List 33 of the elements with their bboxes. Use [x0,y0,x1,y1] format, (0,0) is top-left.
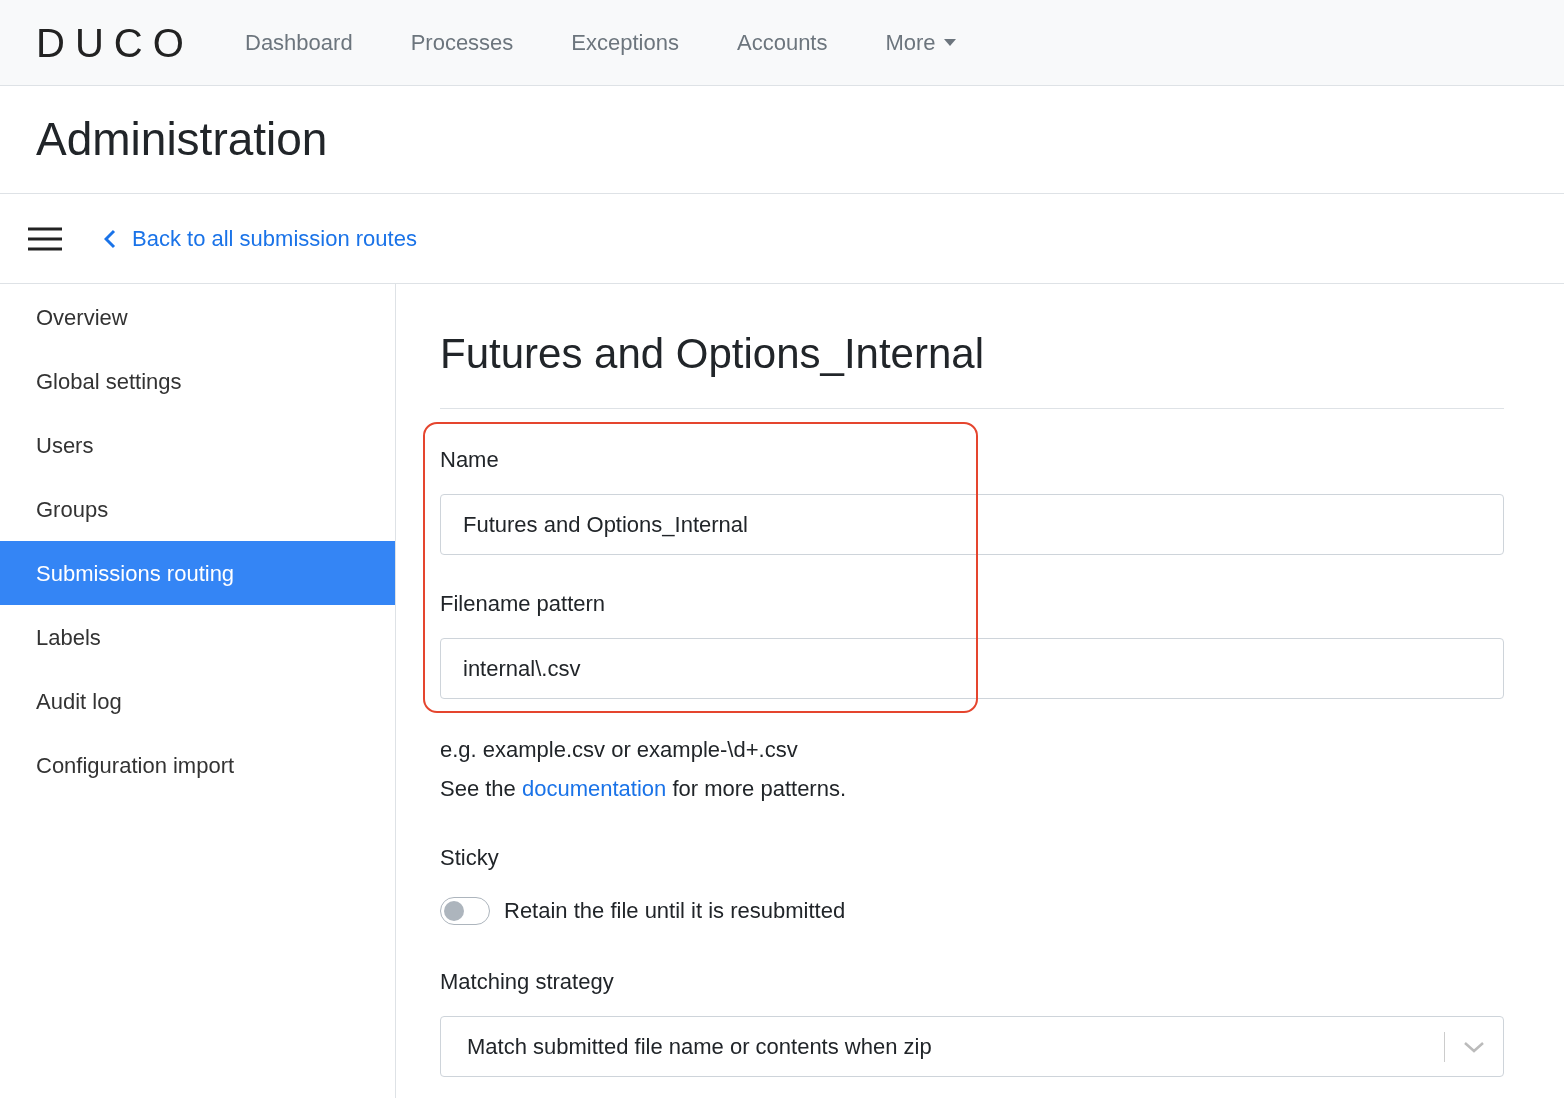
toggle-label: Retain the file until it is resubmitted [504,897,846,925]
nav-link[interactable]: Dashboard [245,26,353,59]
field-label: Name [440,446,500,474]
field-label: Matching strategy [440,968,615,996]
route-title: Futures and Options_Internal [440,329,985,379]
sidebar-item[interactable]: Users [0,413,395,477]
nav-link[interactable]: Accounts [737,26,828,59]
sidebar-item[interactable]: Audit log [0,669,395,733]
nav-link[interactable]: More [885,26,956,59]
filename-pattern-field[interactable]: internal\.csv [440,638,1504,699]
toggle-switch[interactable] [440,896,490,925]
sidebar-item[interactable]: Configuration import [0,733,395,797]
chevron-left-icon [104,228,116,249]
sidebar-item[interactable]: Global settings [0,349,395,413]
nav-link[interactable]: Exceptions [571,26,679,59]
chevron-down-icon [1463,1040,1485,1053]
hint-text: e.g. example.csv or example-\d+.csv [440,736,799,764]
sidebar-item[interactable]: Overview [0,285,395,349]
logo[interactable]: DUCO [36,12,245,73]
documentation-link[interactable]: documentation [521,776,667,801]
help-text: See the documentation for more patterns. [440,775,848,803]
caret-icon [943,38,956,47]
matching-strategy-select[interactable]: Match submitted file name or contents when zip [440,1016,1504,1077]
field-label: Filename pattern [440,590,607,618]
sidebar-item[interactable]: Groups [0,477,395,541]
nav-link[interactable]: Processes [410,26,514,59]
field-label: Sticky [440,844,500,872]
page-title: Administration [36,112,328,167]
sidebar-item[interactable]: Submissions routing [0,541,395,605]
menu-icon[interactable] [28,226,62,251]
name-field[interactable]: Futures and Options_Internal [440,494,1504,555]
back-link[interactable]: Back to all submission routes [104,222,417,255]
sidebar-item[interactable]: Labels [0,605,395,669]
